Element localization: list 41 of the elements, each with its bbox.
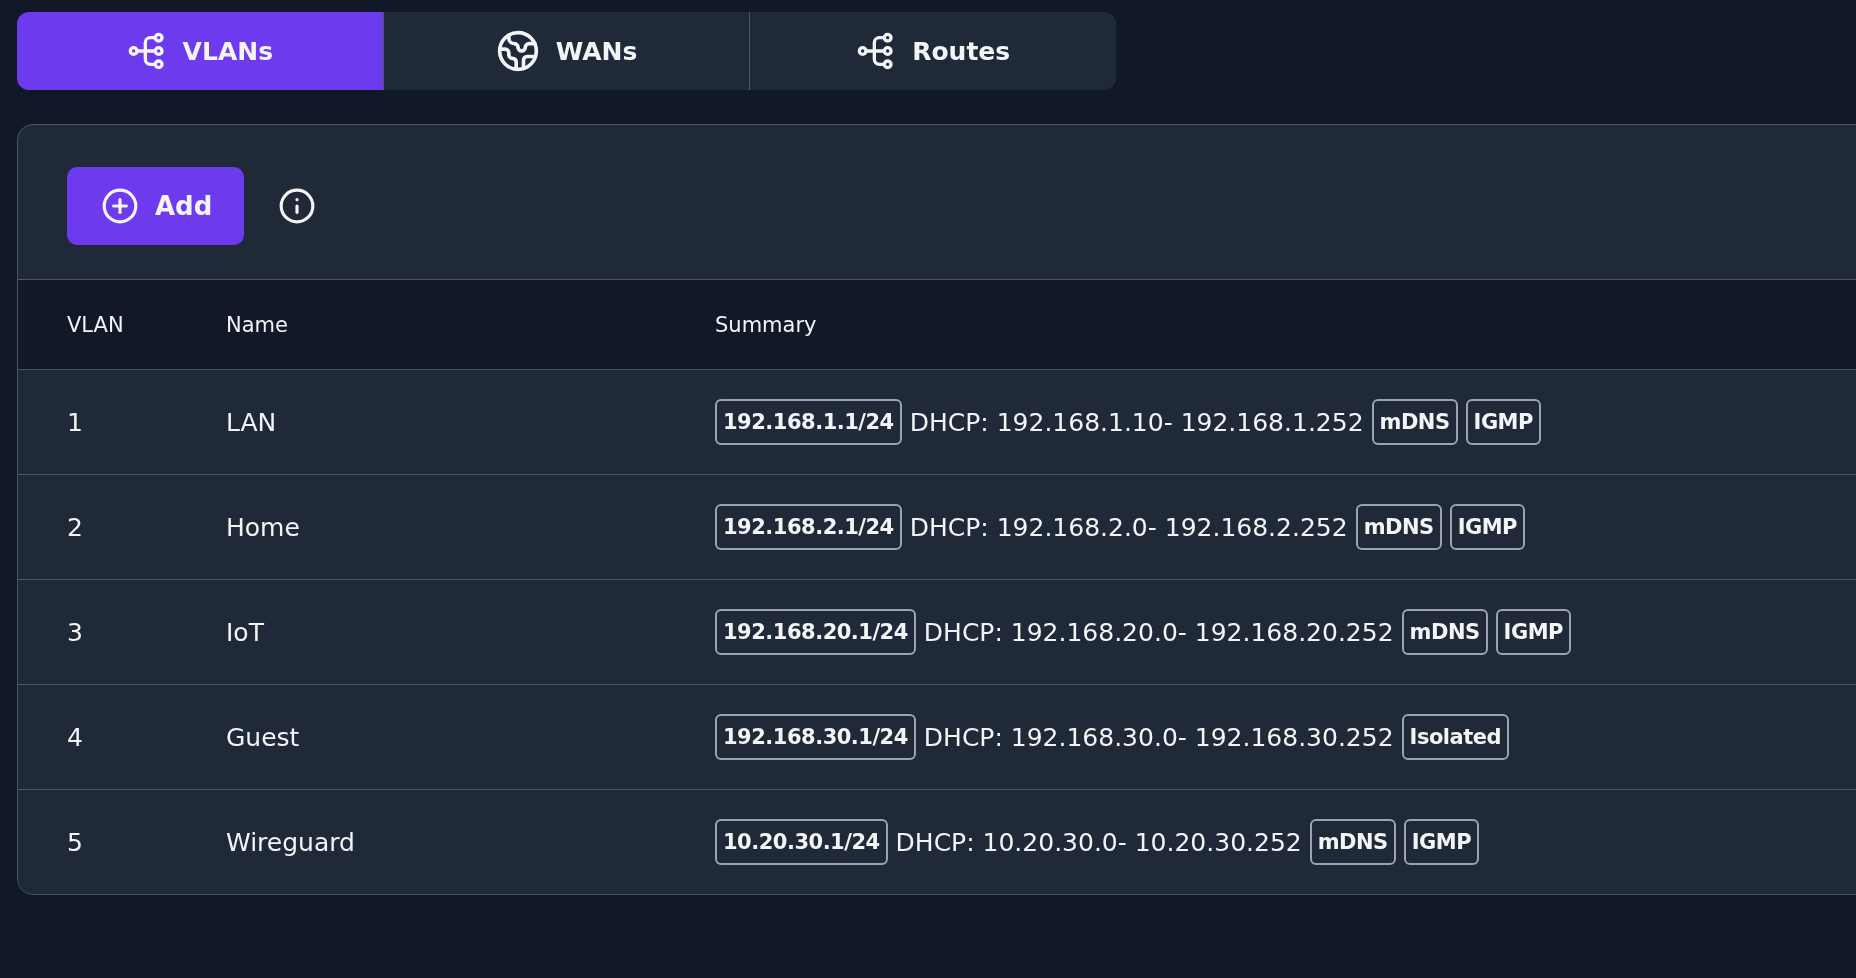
feature-tag: IGMP — [1449, 504, 1525, 550]
name-cell-text: Home — [226, 512, 301, 542]
dhcp-range: DHCP: 192.168.1.10- 192.168.1.252 — [909, 407, 1364, 437]
feature-tag: IGMP — [1403, 819, 1480, 865]
subnet-tag: 192.168.2.1/24 — [715, 504, 902, 550]
dhcp-range: DHCP: 192.168.20.0- 192.168.20.252 — [923, 617, 1394, 647]
column-header: Name — [226, 312, 289, 337]
name-cell-text: LAN — [226, 407, 278, 437]
feature-tag: mDNS — [1355, 504, 1442, 550]
name-cell-text: Wireguard — [226, 827, 356, 857]
name-cell-text: IoT — [226, 617, 265, 647]
vlan-cell-text: 2 — [67, 512, 84, 542]
table-row[interactable]: 5 Wireguard 10.20.30.1/24 DHCP: 10.20.30.0- 10.20.30.252 mDNS IGMP — [18, 789, 1856, 894]
column-header: Summary — [715, 312, 818, 337]
tab[interactable]: VLANs — [17, 12, 383, 90]
network-icon — [126, 31, 167, 71]
name-cell-text: Guest — [226, 722, 301, 752]
dhcp-range: DHCP: 10.20.30.0- 10.20.30.252 — [895, 827, 1302, 857]
subnet-tag: 192.168.1.1/24 — [715, 399, 902, 445]
plus-circle-icon — [101, 187, 139, 225]
subnet-tag: 192.168.30.1/24 — [715, 714, 916, 760]
feature-tag: Isolated — [1401, 714, 1509, 760]
dhcp-range: DHCP: 192.168.30.0- 192.168.30.252 — [923, 722, 1394, 752]
feature-tag: mDNS — [1401, 609, 1488, 655]
info-icon — [278, 187, 317, 225]
vlan-cell-text: 3 — [67, 617, 84, 647]
vlan-cell-text: 1 — [67, 407, 84, 437]
subnet-tag: 10.20.30.1/24 — [715, 819, 888, 865]
column-header: VLAN — [67, 312, 125, 337]
vlan-cell-text: 4 — [67, 722, 84, 752]
info-button[interactable] — [278, 187, 317, 225]
feature-tag: IGMP — [1495, 609, 1571, 655]
subnet-tag: 192.168.20.1/24 — [715, 609, 916, 655]
dhcp-range: DHCP: 192.168.2.0- 192.168.2.252 — [909, 512, 1348, 542]
feature-tag: IGMP — [1465, 399, 1541, 445]
vlan-cell-text: 5 — [67, 827, 84, 857]
tab[interactable]: Routes — [749, 12, 1116, 90]
globe-icon — [495, 29, 540, 73]
feature-tag: mDNS — [1309, 819, 1396, 865]
feature-tag: mDNS — [1371, 399, 1458, 445]
add-button[interactable]: Add — [67, 167, 245, 245]
